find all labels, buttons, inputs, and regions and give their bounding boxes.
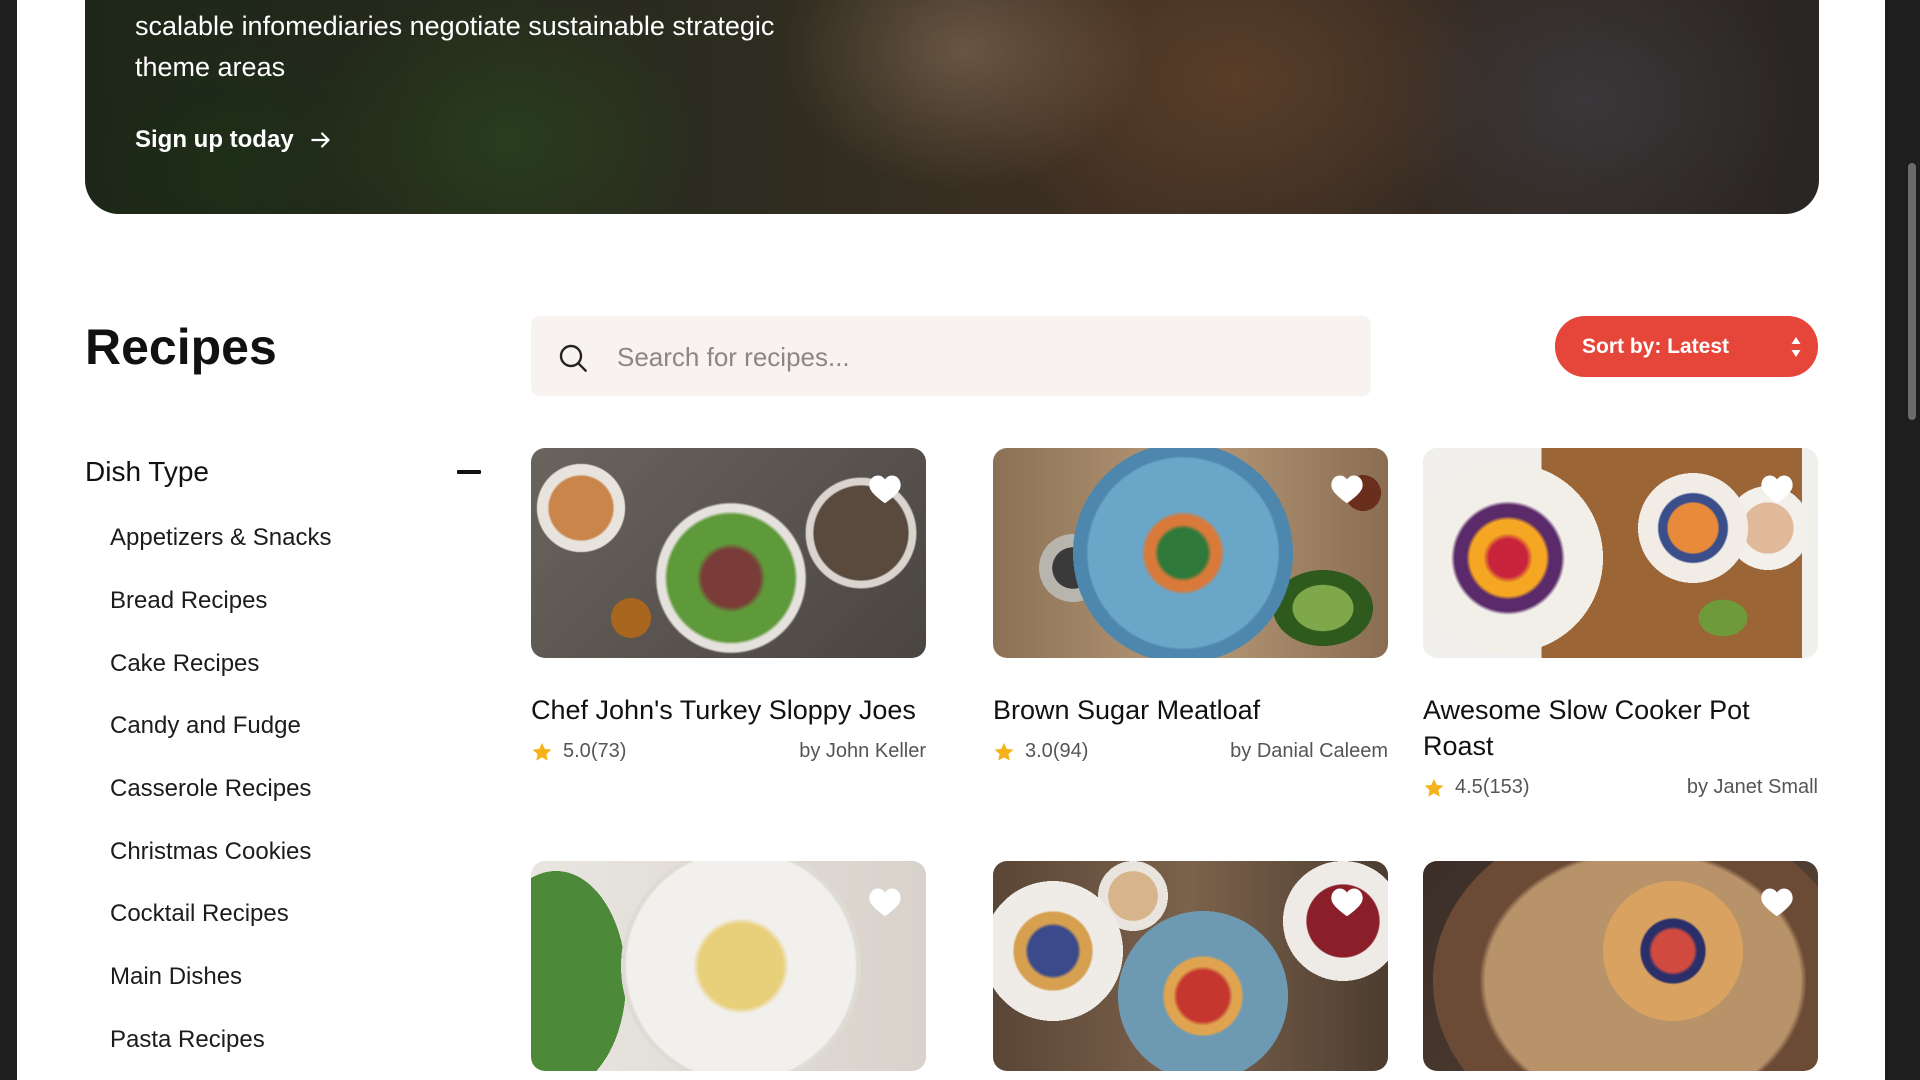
recipe-author: by Danial Caleem [1230, 740, 1388, 762]
sidebar-item-cake-recipes[interactable]: Cake Recipes [110, 650, 259, 678]
sidebar-item-pasta-recipes[interactable]: Pasta Recipes [110, 1026, 265, 1054]
recipe-title[interactable]: Brown Sugar Meatloaf [993, 692, 1388, 728]
sort-select[interactable]: Sort by: Latest [1555, 316, 1818, 377]
sign-up-label: Sign up today [135, 126, 294, 153]
scrollbar-track[interactable] [1885, 0, 1920, 1080]
star-icon [1424, 778, 1444, 797]
recipe-card[interactable]: Awesome Slow Cooker Pot Roast 4.5(153) b… [1423, 448, 1818, 799]
sidebar-item-bread-recipes[interactable]: Bread Recipes [110, 587, 267, 615]
heart-icon[interactable] [868, 473, 902, 505]
recipe-title[interactable]: Awesome Slow Cooker Pot Roast [1423, 692, 1818, 764]
scrollbar-thumb[interactable] [1908, 163, 1916, 420]
recipe-image[interactable] [993, 861, 1388, 1071]
review-count: (73) [590, 740, 627, 762]
dish-type-label: Dish Type [85, 456, 209, 487]
review-count: (94) [1052, 740, 1089, 762]
recipe-author: by Janet Small [1686, 776, 1818, 798]
recipe-rating: 5.0(73) [531, 740, 626, 763]
page: scalable infomediaries negotiate sustain… [17, 0, 1885, 1080]
recipe-meta: 4.5(153) by Janet Small [1423, 776, 1818, 799]
recipe-card[interactable] [531, 861, 926, 1071]
minus-icon[interactable] [457, 470, 481, 474]
recipe-image[interactable] [531, 448, 926, 658]
recipe-image[interactable] [531, 861, 926, 1071]
star-icon [532, 742, 552, 761]
search-input[interactable] [615, 316, 1339, 398]
sidebar-item-appetizers-snacks[interactable]: Appetizers & Snacks [110, 524, 331, 552]
recipe-card[interactable] [993, 861, 1388, 1071]
dish-type-facet-header[interactable]: Dish Type [85, 452, 485, 492]
review-count: (153) [1482, 776, 1530, 798]
hero-text: scalable infomediaries negotiate sustain… [135, 6, 955, 88]
recipe-image[interactable] [1423, 448, 1818, 658]
heart-icon[interactable] [1330, 886, 1364, 918]
recipe-title[interactable]: Chef John's Turkey Sloppy Joes [531, 692, 926, 728]
heart-icon[interactable] [868, 886, 902, 918]
recipe-card[interactable]: Brown Sugar Meatloaf 3.0(94) by Danial C… [993, 448, 1388, 763]
rating-value: 4.5 [1455, 776, 1483, 798]
star-icon [994, 742, 1014, 761]
sidebar-item-christmas-cookies[interactable]: Christmas Cookies [110, 838, 311, 866]
sign-up-link[interactable]: Sign up today [135, 126, 334, 154]
recipe-image[interactable] [1423, 861, 1818, 1071]
page-title: Recipes [85, 319, 277, 375]
search-bar [531, 316, 1371, 398]
heart-icon[interactable] [1760, 473, 1794, 505]
sidebar-item-candy-and-fudge[interactable]: Candy and Fudge [110, 712, 301, 740]
recipe-meta: 3.0(94) by Danial Caleem [993, 740, 1388, 763]
hero-text-line-1: scalable infomediaries negotiate sustain… [135, 11, 775, 41]
recipe-meta: 5.0(73) by John Keller [531, 740, 926, 763]
sidebar-item-cocktail-recipes[interactable]: Cocktail Recipes [110, 900, 289, 928]
heart-icon[interactable] [1330, 473, 1364, 505]
recipe-card[interactable] [1423, 861, 1818, 1071]
arrow-right-icon [310, 132, 330, 148]
recipe-author: by John Keller [799, 740, 926, 762]
sort-label: Sort by: Latest [1582, 334, 1730, 358]
heart-icon[interactable] [1760, 886, 1794, 918]
search-icon [559, 344, 587, 372]
recipe-rating: 4.5(153) [1423, 776, 1530, 799]
rating-value: 5.0 [563, 740, 591, 762]
recipe-card[interactable]: Chef John's Turkey Sloppy Joes 5.0(73) b… [531, 448, 926, 763]
rating-value: 3.0 [1025, 740, 1053, 762]
recipe-rating: 3.0(94) [993, 740, 1088, 763]
sort-arrows-icon [1791, 337, 1801, 357]
recipe-image[interactable] [993, 448, 1388, 658]
sidebar-item-main-dishes[interactable]: Main Dishes [110, 963, 242, 991]
hero-text-line-2: theme areas [135, 52, 286, 82]
hero-banner: scalable infomediaries negotiate sustain… [85, 0, 1819, 214]
sidebar-item-casserole-recipes[interactable]: Casserole Recipes [110, 775, 311, 803]
